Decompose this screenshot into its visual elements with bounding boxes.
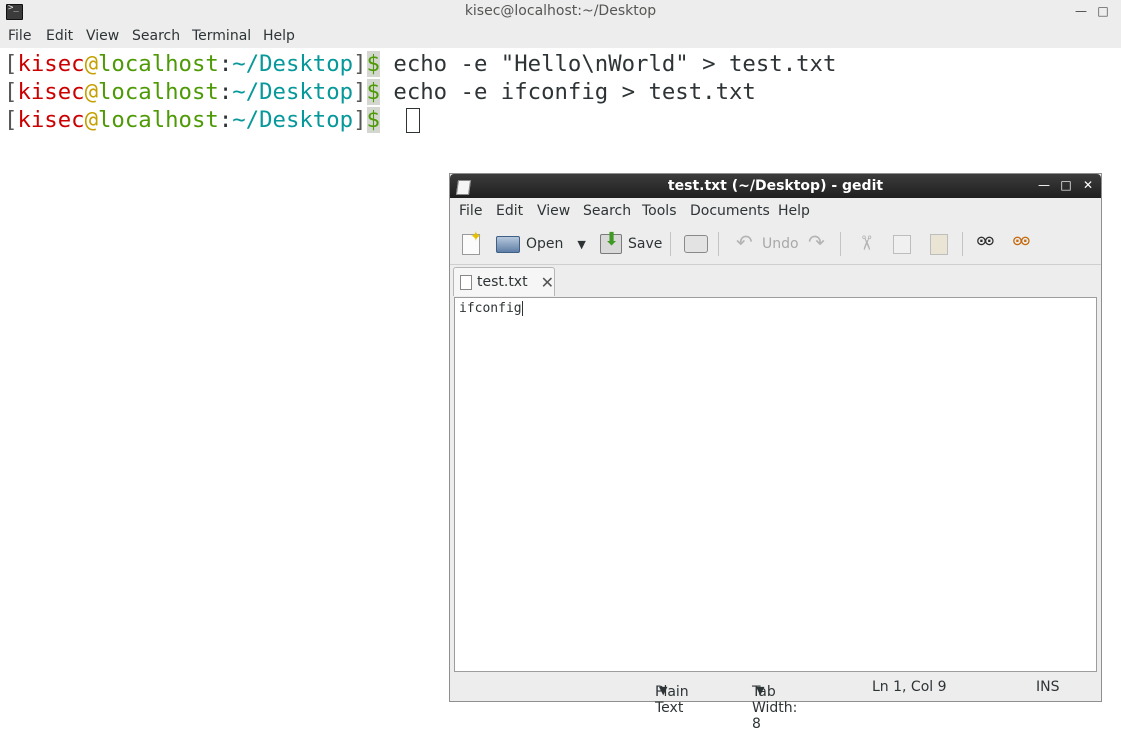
gedit-menu-help[interactable]: Help bbox=[778, 203, 810, 219]
find-replace-icon bbox=[1012, 233, 1034, 255]
terminal-line: [kisec@localhost:~/Desktop]$ echo -e ifc… bbox=[4, 79, 756, 105]
toolbar-separator bbox=[962, 232, 963, 256]
gedit-statusbar: Plain Text ▼ Tab Width: 8 ▼ Ln 1, Col 9 IN… bbox=[655, 679, 1060, 732]
terminal-line: [kisec@localhost:~/Desktop]$ echo -e "He… bbox=[4, 51, 837, 77]
gedit-toolbar: Open ▼ Save Undo bbox=[450, 224, 1101, 265]
undo-icon bbox=[734, 230, 756, 255]
binoculars-icon bbox=[976, 233, 998, 255]
maximize-icon[interactable]: □ bbox=[1059, 178, 1073, 192]
chevron-down-icon: ▼ bbox=[756, 684, 765, 697]
save-button[interactable]: Save bbox=[600, 229, 663, 256]
new-document-icon bbox=[462, 229, 482, 255]
gedit-menubar: File Edit View Search Tools Documents He… bbox=[450, 198, 1101, 224]
print-button[interactable] bbox=[684, 232, 708, 256]
redo-icon bbox=[806, 230, 828, 255]
cursor-position: Ln 1, Col 9 bbox=[872, 679, 947, 695]
maximize-icon[interactable]: □ bbox=[1095, 3, 1111, 19]
gedit-tabbar: test.txt ✕ bbox=[450, 265, 1101, 296]
chevron-down-icon[interactable]: ▼ bbox=[577, 238, 585, 251]
terminal-menubar: File Edit View Search Terminal Help bbox=[0, 24, 1121, 48]
tab-test-txt[interactable]: test.txt ✕ bbox=[453, 267, 555, 296]
terminal-menu-view[interactable]: View bbox=[86, 28, 119, 44]
minimize-icon[interactable]: — bbox=[1037, 178, 1051, 192]
gedit-titlebar[interactable]: test.txt (~/Desktop) - gedit — □ ✕ bbox=[450, 174, 1101, 198]
terminal-menu-file[interactable]: File bbox=[8, 28, 31, 44]
gedit-menu-view[interactable]: View bbox=[537, 203, 570, 219]
print-icon bbox=[684, 235, 708, 253]
chevron-down-icon: ▼ bbox=[659, 684, 668, 697]
save-icon bbox=[600, 229, 622, 254]
document-icon bbox=[460, 274, 472, 290]
terminal-menu-edit[interactable]: Edit bbox=[46, 28, 73, 44]
terminal-titlebar: kisec@localhost:~/Desktop — □ bbox=[0, 0, 1121, 24]
toolbar-separator bbox=[840, 232, 841, 256]
terminal-menu-help[interactable]: Help bbox=[263, 28, 295, 44]
editor-text: ifconfig bbox=[459, 301, 522, 316]
paste-button[interactable] bbox=[930, 232, 948, 256]
gedit-menu-tools[interactable]: Tools bbox=[642, 203, 677, 219]
gedit-menu-search[interactable]: Search bbox=[583, 203, 631, 219]
gedit-menu-edit[interactable]: Edit bbox=[496, 203, 523, 219]
open-button[interactable]: Open ▼ bbox=[496, 232, 586, 256]
find-button[interactable] bbox=[976, 232, 998, 256]
insert-mode: INS bbox=[1036, 679, 1060, 695]
close-tab-icon[interactable]: ✕ bbox=[541, 273, 554, 292]
minimize-icon[interactable]: — bbox=[1073, 3, 1089, 19]
gedit-menu-documents[interactable]: Documents bbox=[690, 203, 770, 219]
undo-label: Undo bbox=[762, 236, 799, 252]
terminal-command: echo -e ifconfig > test.txt bbox=[393, 79, 756, 105]
find-replace-button[interactable] bbox=[1012, 232, 1034, 256]
terminal-command: echo -e "Hello\nWorld" > test.txt bbox=[393, 51, 837, 77]
terminal-menu-terminal[interactable]: Terminal bbox=[192, 28, 251, 44]
toolbar-separator bbox=[718, 232, 719, 256]
gedit-text-editor[interactable]: ifconfig bbox=[454, 297, 1097, 672]
copy-button[interactable] bbox=[893, 232, 911, 256]
close-icon[interactable]: ✕ bbox=[1081, 178, 1095, 192]
cut-button[interactable] bbox=[856, 232, 878, 256]
gedit-window: test.txt (~/Desktop) - gedit — □ ✕ File … bbox=[449, 173, 1102, 732]
undo-button[interactable]: Undo bbox=[734, 230, 799, 256]
redo-button[interactable] bbox=[806, 230, 828, 256]
terminal-window-title: kisec@localhost:~/Desktop bbox=[464, 3, 657, 19]
open-folder-icon bbox=[496, 235, 520, 253]
new-document-button[interactable] bbox=[462, 229, 482, 256]
paste-icon bbox=[930, 233, 948, 255]
gedit-window-title: test.txt (~/Desktop) - gedit bbox=[667, 178, 884, 194]
save-label: Save bbox=[628, 236, 663, 252]
terminal-menu-search[interactable]: Search bbox=[132, 28, 180, 44]
tab-label: test.txt bbox=[476, 274, 528, 290]
text-caret bbox=[521, 301, 523, 316]
terminal-prompt-line: [kisec@localhost:~/Desktop]$ bbox=[4, 107, 380, 133]
gedit-menu-file[interactable]: File bbox=[459, 203, 482, 219]
toolbar-separator bbox=[670, 232, 671, 256]
open-label: Open bbox=[526, 236, 564, 252]
cut-icon bbox=[856, 233, 878, 255]
copy-icon bbox=[893, 234, 911, 254]
terminal-cursor bbox=[406, 108, 420, 133]
